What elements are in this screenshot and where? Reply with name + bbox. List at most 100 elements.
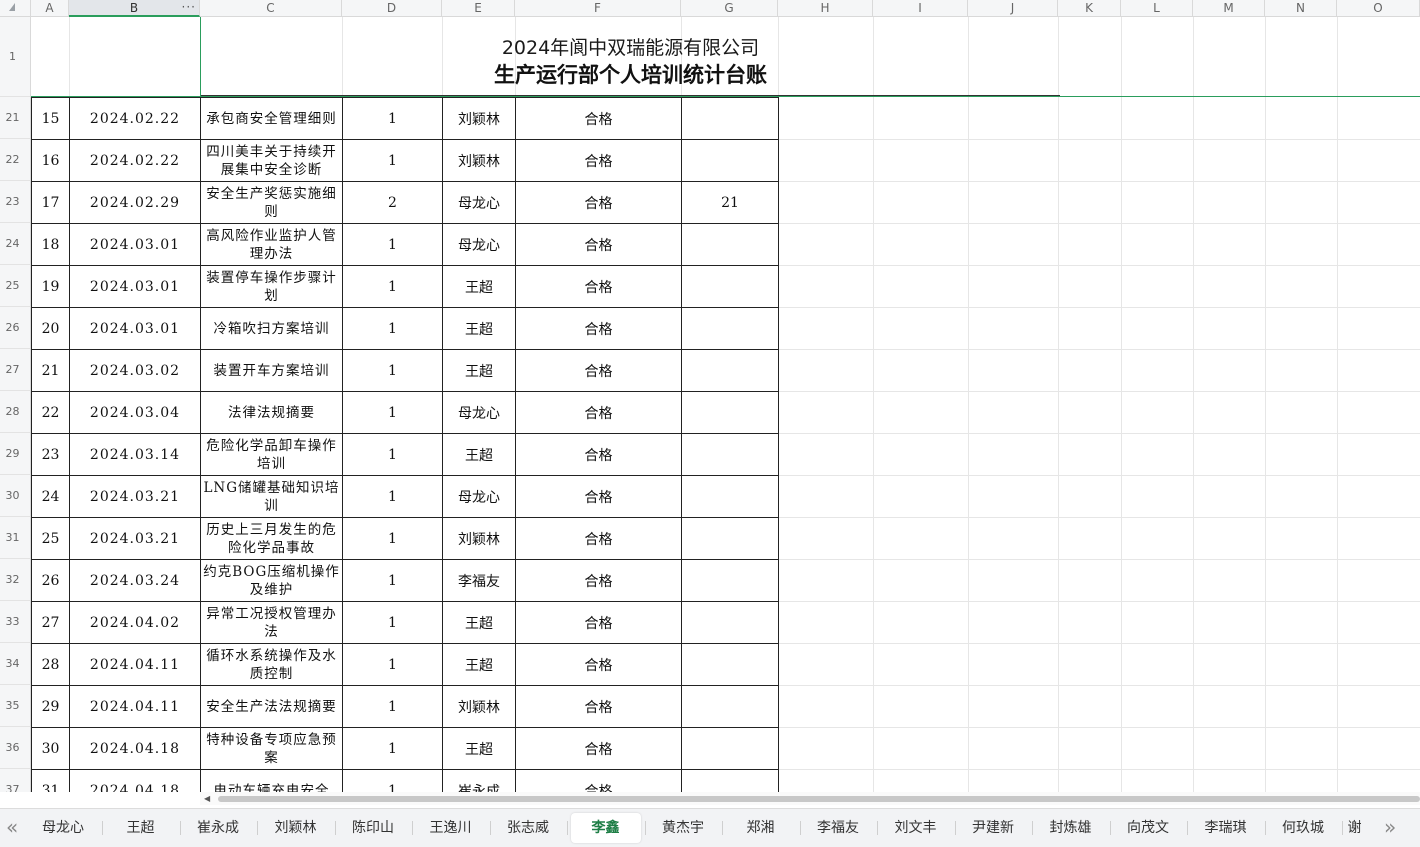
row-number-title[interactable]: 1	[0, 17, 30, 97]
seq-cell[interactable]: 29	[31, 685, 70, 728]
row-number[interactable]: 28	[0, 391, 30, 433]
column-header-f[interactable]: F	[515, 0, 681, 17]
seq-cell[interactable]: 16	[31, 139, 70, 182]
seq-cell[interactable]: 28	[31, 643, 70, 686]
result-cell[interactable]: 合格	[515, 643, 682, 686]
result-cell[interactable]: 合格	[515, 97, 682, 140]
row-number[interactable]: 24	[0, 223, 30, 265]
row-number[interactable]: 34	[0, 643, 30, 685]
hours-cell[interactable]: 1	[342, 727, 443, 770]
column-header-h[interactable]: H	[778, 0, 873, 17]
trainer-cell[interactable]: 李福友	[442, 559, 516, 602]
result-cell[interactable]: 合格	[515, 265, 682, 308]
extra-cell[interactable]	[681, 391, 779, 434]
extra-cell[interactable]	[681, 643, 779, 686]
hours-cell[interactable]: 1	[342, 265, 443, 308]
seq-cell[interactable]: 21	[31, 349, 70, 392]
hours-cell[interactable]: 1	[342, 517, 443, 560]
trainer-cell[interactable]: 王超	[442, 265, 516, 308]
date-cell[interactable]: 2024.04.11	[69, 685, 201, 728]
scroll-left-icon[interactable]: ◀	[204, 794, 210, 803]
content-cell[interactable]: 冷箱吹扫方案培训	[200, 307, 343, 350]
hours-cell[interactable]: 1	[342, 223, 443, 266]
row-number[interactable]: 25	[0, 265, 30, 307]
row-number[interactable]: 35	[0, 685, 30, 727]
sheet-tab[interactable]: 谢	[1346, 813, 1364, 843]
content-cell[interactable]: 危险化学品卸车操作培训	[200, 433, 343, 476]
row-number[interactable]: 30	[0, 475, 30, 517]
extra-cell[interactable]	[681, 307, 779, 350]
date-cell[interactable]: 2024.03.01	[69, 223, 201, 266]
extra-cell[interactable]: 21	[681, 181, 779, 224]
hours-cell[interactable]: 1	[342, 601, 443, 644]
column-header-m[interactable]: M	[1193, 0, 1265, 17]
sheet-tab[interactable]: 何玖城	[1268, 813, 1338, 843]
sheet-tab[interactable]: 崔永成	[183, 813, 253, 843]
sheet-tab[interactable]: 陈印山	[338, 813, 408, 843]
content-cell[interactable]: LNG储罐基础知识培训	[200, 475, 343, 518]
trainer-cell[interactable]: 王超	[442, 433, 516, 476]
tab-next-icon[interactable]: »	[1384, 815, 1396, 839]
date-cell[interactable]: 2024.03.24	[69, 559, 201, 602]
row-number[interactable]: 23	[0, 181, 30, 223]
date-cell[interactable]: 2024.03.01	[69, 265, 201, 308]
row-number[interactable]: 27	[0, 349, 30, 391]
content-cell[interactable]: 高风险作业监护人管理办法	[200, 223, 343, 266]
content-cell[interactable]: 法律法规摘要	[200, 391, 343, 434]
result-cell[interactable]: 合格	[515, 307, 682, 350]
result-cell[interactable]: 合格	[515, 769, 682, 792]
seq-cell[interactable]: 19	[31, 265, 70, 308]
extra-cell[interactable]	[681, 97, 779, 140]
date-cell[interactable]: 2024.04.18	[69, 727, 201, 770]
content-cell[interactable]: 装置停车操作步骤计划	[200, 265, 343, 308]
column-header-j[interactable]: J	[968, 0, 1058, 17]
seq-cell[interactable]: 25	[31, 517, 70, 560]
row-number[interactable]: 26	[0, 307, 30, 349]
column-header-o[interactable]: O	[1337, 0, 1420, 17]
hours-cell[interactable]: 1	[342, 433, 443, 476]
sheet-tab[interactable]: 黄杰宇	[648, 813, 718, 843]
hours-cell[interactable]: 1	[342, 475, 443, 518]
sheet-tab[interactable]: 王逸川	[416, 813, 486, 843]
seq-cell[interactable]: 20	[31, 307, 70, 350]
content-cell[interactable]: 承包商安全管理细则	[200, 97, 343, 140]
result-cell[interactable]: 合格	[515, 601, 682, 644]
sheet-tab[interactable]: 郑湘	[726, 813, 796, 843]
date-cell[interactable]: 2024.03.01	[69, 307, 201, 350]
row-number[interactable]: 22	[0, 139, 30, 181]
sheet-tab[interactable]: 刘文丰	[881, 813, 951, 843]
content-cell[interactable]: 历史上三月发生的危险化学品事故	[200, 517, 343, 560]
content-cell[interactable]: 装置开车方案培训	[200, 349, 343, 392]
column-header-c[interactable]: C	[200, 0, 342, 17]
sheet-tab[interactable]: 李瑞琪	[1191, 813, 1261, 843]
row-number[interactable]: 32	[0, 559, 30, 601]
seq-cell[interactable]: 30	[31, 727, 70, 770]
extra-cell[interactable]	[681, 223, 779, 266]
sheet-tab[interactable]: 尹建新	[958, 813, 1028, 843]
content-cell[interactable]: 安全生产奖惩实施细则	[200, 181, 343, 224]
trainer-cell[interactable]: 王超	[442, 643, 516, 686]
column-header-b[interactable]: B ···	[69, 0, 200, 17]
seq-cell[interactable]: 27	[31, 601, 70, 644]
extra-cell[interactable]	[681, 727, 779, 770]
seq-cell[interactable]: 26	[31, 559, 70, 602]
content-cell[interactable]: 安全生产法法规摘要	[200, 685, 343, 728]
extra-cell[interactable]	[681, 601, 779, 644]
trainer-cell[interactable]: 刘颖林	[442, 685, 516, 728]
extra-cell[interactable]	[681, 685, 779, 728]
extra-cell[interactable]	[681, 433, 779, 476]
seq-cell[interactable]: 15	[31, 97, 70, 140]
sheet-tab[interactable]: 刘颖林	[261, 813, 331, 843]
sheet-tab[interactable]: 李福友	[803, 813, 873, 843]
column-header-e[interactable]: E	[442, 0, 515, 17]
trainer-cell[interactable]: 崔永成	[442, 769, 516, 792]
content-cell[interactable]: 循环水系统操作及水质控制	[200, 643, 343, 686]
hours-cell[interactable]: 1	[342, 769, 443, 792]
tab-prev-icon[interactable]: «	[6, 815, 18, 839]
trainer-cell[interactable]: 刘颖林	[442, 97, 516, 140]
hours-cell[interactable]: 1	[342, 349, 443, 392]
column-header-i[interactable]: I	[873, 0, 968, 17]
column-header-a[interactable]: A	[31, 0, 69, 17]
select-all-corner[interactable]	[0, 0, 31, 17]
sheet-tab[interactable]: 李鑫	[570, 813, 641, 843]
